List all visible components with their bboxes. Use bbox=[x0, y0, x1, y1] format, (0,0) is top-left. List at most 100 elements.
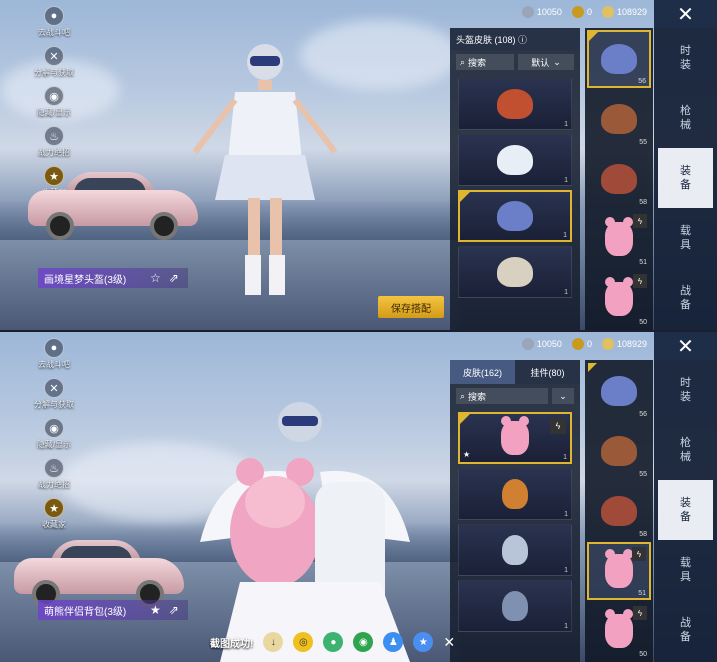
screenshot-toast: 截图成功! bbox=[210, 638, 254, 650]
star-icon: ★ bbox=[463, 450, 471, 459]
search-input[interactable]: ⌕ 搜索 bbox=[456, 388, 548, 404]
grid-item[interactable]: 1 bbox=[458, 524, 572, 576]
tab-fashion[interactable]: 时装 bbox=[654, 28, 717, 88]
tab-supplies[interactable]: 战备 bbox=[654, 268, 717, 328]
bear-backpack-icon bbox=[605, 609, 633, 648]
tab-equipment[interactable]: 装备 bbox=[658, 148, 713, 208]
vehicle-car bbox=[28, 168, 198, 240]
item-actions: ☆ ⇗ bbox=[150, 271, 179, 285]
decompose-button[interactable]: ✕ 分解与获取 bbox=[34, 378, 74, 410]
category-sidebar: ✕ 时装 枪械 装备 载具 战备 bbox=[654, 332, 717, 662]
tab-supplies[interactable]: 战备 bbox=[654, 600, 717, 660]
slot-backpack[interactable]: ϟ 51 bbox=[587, 542, 651, 600]
tab-charms[interactable]: 挂件(80) bbox=[515, 360, 580, 384]
battle-button[interactable]: ● 去战斗吧 bbox=[34, 6, 74, 38]
flame-icon: ♨ bbox=[44, 126, 64, 146]
eye-icon: ◉ bbox=[44, 86, 64, 106]
grid-item[interactable]: 1 bbox=[458, 134, 572, 186]
tab-weapons[interactable]: 枪械 bbox=[654, 88, 717, 148]
share-icon[interactable]: ⇗ bbox=[169, 603, 179, 617]
slot-item[interactable]: 55 bbox=[587, 422, 651, 480]
tab-skins[interactable]: 皮肤(162) bbox=[450, 360, 515, 384]
bolt-icon: ϟ bbox=[633, 214, 647, 228]
close-share-icon[interactable]: ✕ bbox=[443, 634, 455, 651]
chevron-down-icon: ⌄ bbox=[559, 390, 567, 401]
backpack-skin-grid: 皮肤(162) 挂件(80) ⌕ 搜索 ⌄ ϟ ★ 1 1 1 1 bbox=[450, 360, 580, 662]
qzone-icon[interactable]: ★ bbox=[413, 632, 434, 652]
slot-item[interactable]: 58 bbox=[587, 150, 651, 208]
grid-item[interactable]: 1 bbox=[458, 246, 572, 298]
grid-item-selected[interactable]: ϟ ★ 1 bbox=[458, 412, 572, 464]
filter-dropdown[interactable]: ⌄ bbox=[552, 388, 574, 404]
hide-show-button[interactable]: ◉ 隐藏/显示 bbox=[34, 418, 74, 450]
battle-button[interactable]: ● 去战斗吧 bbox=[34, 338, 74, 370]
grid-item[interactable]: 1 bbox=[458, 468, 572, 520]
sort-dropdown[interactable]: 默认 ⌄ bbox=[518, 54, 574, 70]
orb-backpack-icon bbox=[502, 535, 528, 565]
item-actions: ★ ⇗ bbox=[150, 603, 179, 617]
helmet-blue-icon bbox=[497, 201, 533, 231]
wechat-icon[interactable]: ● bbox=[323, 632, 344, 652]
star-icon[interactable]: ★ bbox=[150, 603, 161, 617]
bottom-screen: ● 去战斗吧 ✕ 分解与获取 ◉ 隐藏/显示 ♨ 战力绝招 ★ 收藏家 萌熊伴侣背包(3级… bbox=[0, 332, 717, 662]
slot-item[interactable]: ϟ 50 bbox=[587, 270, 651, 328]
helmet-icon bbox=[601, 164, 637, 194]
helmet-skin-grid: 头盔皮肤 (108) ⓘ ⌕ 搜索 默认 ⌄ 1 1 1 1 bbox=[450, 28, 580, 330]
uc-coin-icon bbox=[601, 338, 614, 350]
ag-coin-icon bbox=[521, 338, 534, 350]
grid-item[interactable]: 1 bbox=[458, 580, 572, 632]
slot-helmet[interactable]: 56 bbox=[587, 362, 651, 420]
medal-icon: ★ bbox=[44, 498, 64, 518]
tab-vehicles[interactable]: 载具 bbox=[654, 540, 717, 600]
slot-item[interactable]: 55 bbox=[587, 90, 651, 148]
slot-item[interactable]: 58 bbox=[587, 482, 651, 540]
slot-helmet[interactable]: 56 bbox=[587, 30, 651, 88]
game-share-icon[interactable]: ◎ bbox=[293, 632, 314, 652]
slot-item[interactable]: ϟ 50 bbox=[587, 602, 651, 660]
uc-coin-icon bbox=[601, 6, 614, 18]
share-icon[interactable]: ⇗ bbox=[169, 271, 179, 285]
helmet-icon bbox=[601, 376, 637, 406]
power-button[interactable]: ♨ 战力绝招 bbox=[34, 458, 74, 490]
helmet-red-icon bbox=[497, 89, 533, 119]
hide-show-button[interactable]: ◉ 隐藏/显示 bbox=[34, 86, 74, 118]
close-icon[interactable]: ✕ bbox=[654, 0, 717, 28]
bolt-icon: ϟ bbox=[550, 418, 566, 434]
save-outfit-button[interactable]: 保存搭配 bbox=[378, 296, 444, 318]
download-icon[interactable]: ↓ bbox=[263, 632, 284, 652]
qq-icon[interactable]: ♟ bbox=[383, 632, 404, 652]
currency-bar: 10050 0 108929 bbox=[521, 338, 647, 350]
search-icon: ⌕ bbox=[460, 390, 466, 401]
tab-equipment[interactable]: 装备 bbox=[658, 480, 713, 540]
star-icon[interactable]: ☆ bbox=[150, 271, 161, 285]
collector-button[interactable]: ★收藏家 bbox=[34, 498, 74, 530]
grid-title: 头盔皮肤 (108) bbox=[456, 34, 516, 45]
grid-item-selected[interactable]: 1 bbox=[458, 190, 572, 242]
left-menu: ●去战斗吧 ✕分解与获取 ◉隐藏/显示 ♨战力绝招 ★收藏家 bbox=[34, 338, 74, 538]
tab-vehicles[interactable]: 载具 bbox=[654, 208, 717, 268]
power-button[interactable]: ♨ 战力绝招 bbox=[34, 126, 74, 158]
moments-icon[interactable]: ◉ bbox=[353, 632, 374, 652]
bolt-icon: ϟ bbox=[632, 547, 646, 561]
tab-weapons[interactable]: 枪械 bbox=[654, 420, 717, 480]
frame-backpack-icon bbox=[502, 591, 528, 621]
ag-coin-icon bbox=[521, 6, 534, 18]
close-icon[interactable]: ✕ bbox=[654, 332, 717, 360]
flame-icon: ♨ bbox=[44, 458, 64, 478]
tab-fashion[interactable]: 时装 bbox=[654, 360, 717, 420]
decompose-button[interactable]: ✕ 分解与获取 bbox=[34, 46, 74, 78]
help-icon[interactable]: ⓘ bbox=[518, 33, 527, 46]
character-model bbox=[200, 402, 410, 662]
bear-backpack-icon bbox=[605, 277, 633, 316]
equipment-slot-strip: 56 55 58 ϟ 51 ϟ 50 bbox=[585, 28, 653, 330]
top-screen: ●去战斗吧 ✕分解与获取 ◉隐藏/显示 ♨战力绝招 ★收藏家 画境星梦头盔(3级… bbox=[0, 0, 717, 330]
category-sidebar: ✕ 时装 枪械 装备 载具 战备 bbox=[654, 0, 717, 330]
bear-backpack-icon bbox=[605, 217, 633, 256]
helmet-icon bbox=[601, 44, 637, 74]
slot-backpack[interactable]: ϟ 51 bbox=[587, 210, 651, 268]
search-input[interactable]: ⌕ 搜索 bbox=[456, 54, 514, 70]
cross-icon: ✕ bbox=[44, 46, 64, 66]
person-icon: ● bbox=[44, 338, 64, 358]
screenshot-share-bar: 截图成功! ↓ ◎ ● ◉ ♟ ★ ✕ bbox=[210, 632, 455, 652]
grid-item[interactable]: 1 bbox=[458, 78, 572, 130]
